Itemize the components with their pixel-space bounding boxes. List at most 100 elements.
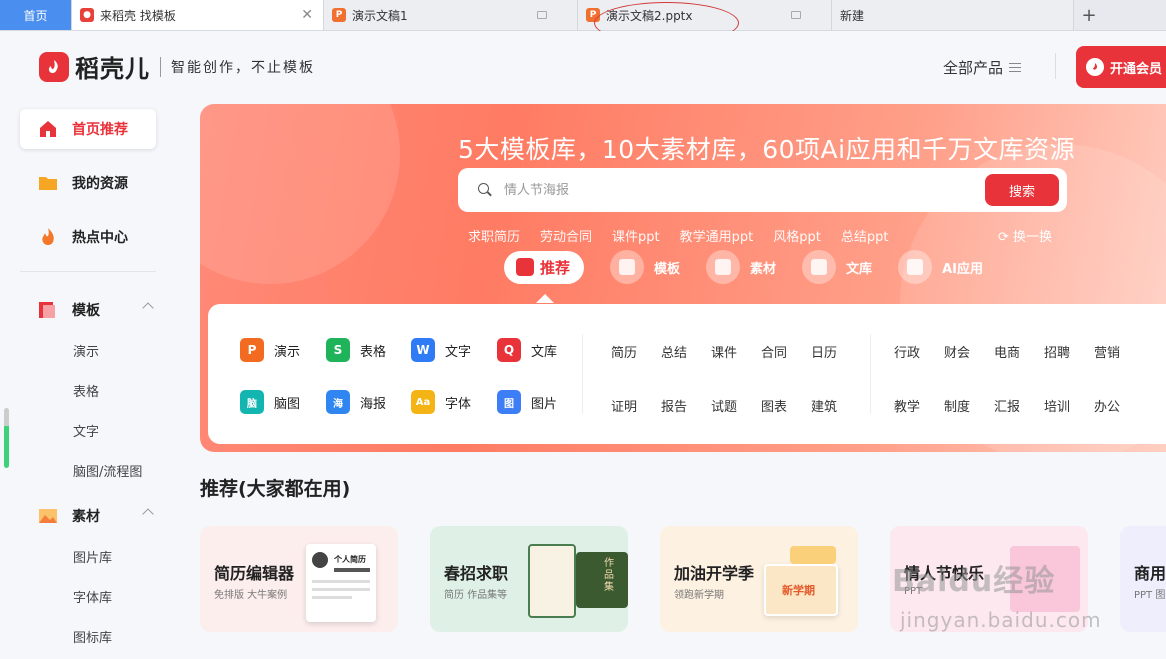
sidebar-item-images[interactable]: 图片库 xyxy=(73,547,112,566)
tool-font[interactable]: Aa 字体 xyxy=(411,390,471,414)
keyword-link[interactable]: 建筑 xyxy=(811,396,837,415)
tab-ai-apps[interactable]: AI应用 xyxy=(898,250,983,284)
home-icon xyxy=(40,121,56,137)
document-icon: W xyxy=(411,338,435,362)
tool-label: 文字 xyxy=(445,344,472,360)
refresh-icon: ⟳ xyxy=(998,230,1014,245)
hot-tag[interactable]: 求职简历 xyxy=(468,226,520,245)
tab-doc1[interactable]: P 演示文稿1 xyxy=(324,0,578,30)
hot-tag[interactable]: 风格ppt xyxy=(773,226,821,245)
hot-tag[interactable]: 教学通用ppt xyxy=(680,226,754,245)
tool-document[interactable]: W 文字 xyxy=(411,338,471,362)
close-icon[interactable]: ✕ xyxy=(301,7,313,23)
keyword-link[interactable]: 教学 xyxy=(894,396,920,415)
card-commercial[interactable]: 商用 PPT 图 xyxy=(1120,526,1166,632)
tool-poster[interactable]: 海海报 xyxy=(326,390,386,414)
tab-bar: 首页 ● 来稻壳 找模板 ✕ P 演示文稿1 P 演示文稿2.pptx 新建 + xyxy=(0,0,1166,31)
all-products-label: 全部产品 xyxy=(943,59,1004,77)
sidebar-divider xyxy=(20,271,156,272)
text-line xyxy=(312,596,352,599)
tool-spreadsheet[interactable]: S 表格 xyxy=(326,338,386,362)
all-products-button[interactable]: 全部产品 xyxy=(943,57,1022,78)
tab-new[interactable]: 新建 xyxy=(832,0,1074,30)
keyword-link[interactable]: 图表 xyxy=(761,396,787,415)
sidebar-item-icons[interactable]: 图标库 xyxy=(73,627,112,646)
refresh-button[interactable]: ⟳ 换一换 xyxy=(998,226,1052,245)
keyword-link[interactable]: 简历 xyxy=(611,342,637,361)
tab-home[interactable]: 首页 xyxy=(0,0,72,30)
keyword-link[interactable]: 财会 xyxy=(944,342,970,361)
tab-label: 新建 xyxy=(840,8,865,23)
keyword-link[interactable]: 办公 xyxy=(1094,396,1120,415)
keyword-link[interactable]: 汇报 xyxy=(994,396,1020,415)
sidebar-group-template[interactable]: 模板 xyxy=(20,295,156,325)
thumbs-up-icon xyxy=(516,258,534,276)
search-button[interactable]: 搜索 xyxy=(985,174,1059,206)
hot-tag[interactable]: 劳动合同 xyxy=(540,226,592,245)
tab-materials[interactable]: 素材 xyxy=(706,250,776,284)
sidebar-group-material[interactable]: 素材 xyxy=(20,501,156,531)
card-back-to-school[interactable]: 加油开学季 领跑新学期 新学期 xyxy=(660,526,858,632)
logo-divider xyxy=(160,56,161,77)
sidebar-group-label: 素材 xyxy=(72,509,100,525)
keyword-link[interactable]: 报告 xyxy=(661,396,687,415)
keyword-link[interactable]: 试题 xyxy=(711,396,737,415)
tool-label: 海报 xyxy=(360,396,387,412)
tool-label: 表格 xyxy=(360,344,387,360)
card-subtitle: 免排版 大牛案例 xyxy=(214,590,288,601)
keyword-link[interactable]: 合同 xyxy=(761,342,787,361)
image-icon xyxy=(706,250,741,284)
sidebar-item-resources[interactable]: 我的资源 xyxy=(20,163,156,203)
poster-icon: 海 xyxy=(326,390,350,414)
school-banner xyxy=(790,546,836,564)
tool-library[interactable]: Q 文库 xyxy=(497,338,557,362)
keyword-link[interactable]: 证明 xyxy=(611,396,637,415)
keyword-link[interactable]: 行政 xyxy=(894,342,920,361)
sidebar-item-presentation[interactable]: 演示 xyxy=(73,341,99,360)
card-title: 春招求职 xyxy=(444,564,509,583)
category-label: 模板 xyxy=(654,261,681,277)
tab-library[interactable]: 文库 xyxy=(802,250,872,284)
tool-image[interactable]: 图图片 xyxy=(497,390,557,414)
hot-tag[interactable]: 总结ppt xyxy=(841,226,889,245)
chevron-up-icon[interactable] xyxy=(142,508,154,520)
vip-button[interactable]: 开通会员 xyxy=(1076,46,1166,88)
keyword-link[interactable]: 培训 xyxy=(1044,396,1070,415)
card-title: 商用 xyxy=(1134,564,1166,583)
chevron-up-icon[interactable] xyxy=(142,302,154,314)
sidebar-item-fonts[interactable]: 字体库 xyxy=(73,587,112,606)
sidebar-group-label: 模板 xyxy=(72,303,100,319)
school-thumbnail: 新学期 xyxy=(764,564,838,616)
sidebar-item-label: 首页推荐 xyxy=(72,122,128,138)
keyword-link[interactable]: 营销 xyxy=(1094,342,1120,361)
sidebar: 首页推荐 我的资源 热点中心 模板 演示 表格 文字 脑图/流程图 素材 图片库… xyxy=(0,103,180,659)
keyword-link[interactable]: 电商 xyxy=(994,342,1020,361)
keyword-link[interactable]: 制度 xyxy=(944,396,970,415)
tool-label: 图片 xyxy=(531,396,558,412)
quick-tools-panel: P 演示 S 表格 W 文字 Q 文库 脑脑图 海海报 Aa 字体 图图片 简历 总结 课… xyxy=(208,304,1166,444)
search-input[interactable] xyxy=(504,182,974,198)
card-title: 加油开学季 xyxy=(674,564,755,583)
sidebar-item-document[interactable]: 文字 xyxy=(73,421,99,440)
tool-mindmap[interactable]: 脑脑图 xyxy=(240,390,300,414)
keyword-link[interactable]: 总结 xyxy=(661,342,687,361)
sidebar-item-mindmap[interactable]: 脑图/流程图 xyxy=(73,461,142,480)
logo[interactable]: 稻壳儿 智能创作，不止模板 xyxy=(39,49,315,84)
hot-tag[interactable]: 课件ppt xyxy=(612,226,660,245)
card-spring-job[interactable]: 春招求职 简历 作品集等 作品集 xyxy=(430,526,628,632)
tab-recommend[interactable]: 推荐 xyxy=(504,250,585,284)
template-icon xyxy=(39,302,55,318)
new-tab-plus-icon[interactable]: + xyxy=(1074,0,1104,30)
tab-templates[interactable]: 模板 xyxy=(610,250,680,284)
sidebar-item-home[interactable]: 首页推荐 xyxy=(20,109,156,149)
sidebar-item-hot[interactable]: 热点中心 xyxy=(20,217,156,257)
tool-presentation[interactable]: P 演示 xyxy=(240,338,300,362)
tab-doc2[interactable]: P 演示文稿2.pptx xyxy=(578,0,832,30)
card-resume-editor[interactable]: 简历编辑器 免排版 大牛案例 个人简历 xyxy=(200,526,398,632)
sidebar-item-spreadsheet[interactable]: 表格 xyxy=(73,381,99,400)
keyword-link[interactable]: 日历 xyxy=(811,342,837,361)
scrollbar[interactable] xyxy=(4,408,9,468)
tab-docer[interactable]: ● 来稻壳 找模板 ✕ xyxy=(72,0,324,30)
keyword-link[interactable]: 课件 xyxy=(711,342,737,361)
keyword-link[interactable]: 招聘 xyxy=(1044,342,1070,361)
